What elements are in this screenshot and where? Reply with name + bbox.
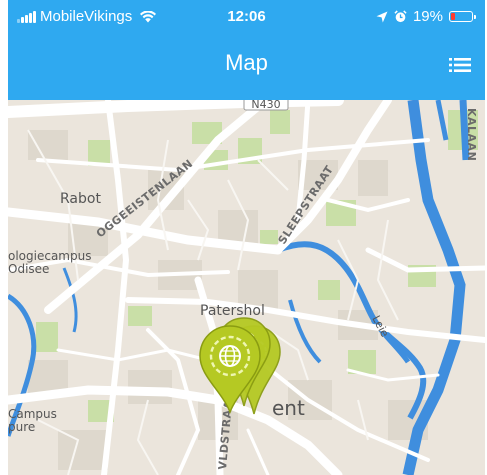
alarm-clock-icon: [394, 10, 407, 23]
map-view[interactable]: N430 Rabot ologiecampus Odisee Patershol…: [8, 100, 485, 475]
place-label-logiecampus: ologiecampus: [8, 249, 91, 263]
street-label-kalaan: KALAAN: [465, 108, 478, 161]
place-label-odisee: Odisee: [8, 262, 49, 276]
road-shield-n430: N430: [243, 100, 289, 111]
left-edge: [0, 0, 8, 475]
app-header: MobileVikings 12:06 19% Map: [8, 0, 485, 100]
place-label-campus: Campus: [8, 407, 57, 421]
app-screen: MobileVikings 12:06 19% Map N430 Rabot o…: [0, 0, 487, 475]
place-label-patershol: Patershol: [200, 303, 265, 319]
page-title: Map: [225, 50, 268, 75]
place-label-gent: ent: [272, 396, 305, 420]
map-canvas[interactable]: N430 Rabot ologiecampus Odisee Patershol…: [8, 100, 485, 475]
battery-icon: [449, 11, 476, 22]
place-label-campus-pure: pure: [8, 420, 35, 434]
place-label-rabot: Rabot: [60, 191, 101, 207]
status-right: 19%: [376, 8, 476, 25]
location-arrow-icon: [376, 11, 388, 22]
battery-percentage: 19%: [412, 8, 443, 25]
svg-text:N430: N430: [251, 100, 280, 111]
menu-list-icon[interactable]: [449, 56, 471, 74]
status-bar: MobileVikings 12:06 19%: [8, 0, 485, 34]
navigation-bar: Map: [8, 34, 485, 100]
battery-level-fill: [451, 13, 455, 20]
